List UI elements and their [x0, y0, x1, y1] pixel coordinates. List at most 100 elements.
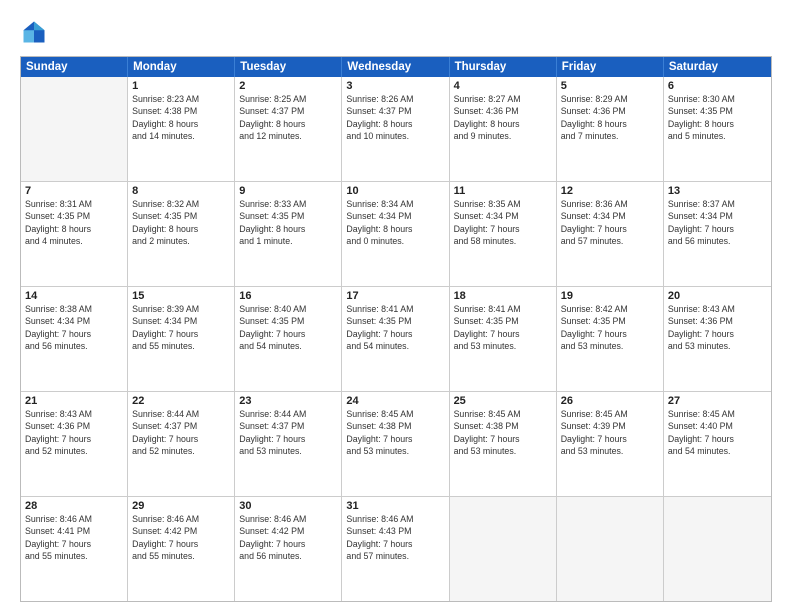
cell-line: and 14 minutes. — [132, 130, 230, 142]
cell-line: Sunset: 4:36 PM — [561, 105, 659, 117]
calendar-cell: 17Sunrise: 8:41 AMSunset: 4:35 PMDayligh… — [342, 287, 449, 391]
day-number: 17 — [346, 290, 444, 302]
day-number: 20 — [668, 290, 767, 302]
cell-line: and 55 minutes. — [132, 550, 230, 562]
cell-line: Daylight: 8 hours — [239, 223, 337, 235]
cell-line: Sunset: 4:37 PM — [346, 105, 444, 117]
cell-line: and 54 minutes. — [668, 445, 767, 457]
cell-line: and 1 minute. — [239, 235, 337, 247]
cell-line: and 55 minutes. — [25, 550, 123, 562]
cell-line: Daylight: 7 hours — [668, 223, 767, 235]
cell-line: Daylight: 8 hours — [346, 223, 444, 235]
cell-line: Sunset: 4:35 PM — [454, 315, 552, 327]
cell-line: Daylight: 7 hours — [668, 433, 767, 445]
cell-line: Sunset: 4:41 PM — [25, 525, 123, 537]
calendar-cell: 8Sunrise: 8:32 AMSunset: 4:35 PMDaylight… — [128, 182, 235, 286]
day-number: 3 — [346, 80, 444, 92]
cell-line: Daylight: 7 hours — [454, 328, 552, 340]
calendar-cell — [557, 497, 664, 601]
cell-line: Sunset: 4:35 PM — [239, 315, 337, 327]
calendar-cell: 13Sunrise: 8:37 AMSunset: 4:34 PMDayligh… — [664, 182, 771, 286]
calendar-cell: 3Sunrise: 8:26 AMSunset: 4:37 PMDaylight… — [342, 77, 449, 181]
day-number: 25 — [454, 395, 552, 407]
calendar-cell — [450, 497, 557, 601]
calendar-cell — [21, 77, 128, 181]
cell-line: and 55 minutes. — [132, 340, 230, 352]
cell-line: Sunrise: 8:39 AM — [132, 303, 230, 315]
cell-line: Daylight: 7 hours — [132, 538, 230, 550]
calendar-cell: 18Sunrise: 8:41 AMSunset: 4:35 PMDayligh… — [450, 287, 557, 391]
calendar-cell: 31Sunrise: 8:46 AMSunset: 4:43 PMDayligh… — [342, 497, 449, 601]
day-number: 2 — [239, 80, 337, 92]
cell-line: Sunset: 4:42 PM — [239, 525, 337, 537]
cell-line: Sunset: 4:34 PM — [132, 315, 230, 327]
day-number: 4 — [454, 80, 552, 92]
day-number: 24 — [346, 395, 444, 407]
day-number: 30 — [239, 500, 337, 512]
cell-line: and 2 minutes. — [132, 235, 230, 247]
cell-line: and 53 minutes. — [668, 340, 767, 352]
calendar-cell — [664, 497, 771, 601]
calendar-header-monday: Monday — [128, 57, 235, 77]
logo — [20, 18, 52, 46]
day-number: 27 — [668, 395, 767, 407]
calendar-cell: 12Sunrise: 8:36 AMSunset: 4:34 PMDayligh… — [557, 182, 664, 286]
cell-line: Daylight: 8 hours — [561, 118, 659, 130]
cell-line: and 53 minutes. — [561, 340, 659, 352]
day-number: 5 — [561, 80, 659, 92]
cell-line: and 56 minutes. — [239, 550, 337, 562]
calendar-row-3: 14Sunrise: 8:38 AM Sunset: 4:34 PM Dayligh… — [21, 286, 771, 391]
cell-line: Sunset: 4:34 PM — [668, 210, 767, 222]
day-number: 23 — [239, 395, 337, 407]
calendar-cell: 14Sunrise: 8:38 AMSunset: 4:34 PMDayligh… — [21, 287, 128, 391]
cell-line: and 7 minutes. — [561, 130, 659, 142]
calendar-cell: 7Sunrise: 8:31 AMSunset: 4:35 PMDaylight… — [21, 182, 128, 286]
day-number: 13 — [668, 185, 767, 197]
cell-line: Sunrise: 8:25 AM — [239, 93, 337, 105]
calendar-header-saturday: Saturday — [664, 57, 771, 77]
cell-line: Sunset: 4:38 PM — [454, 420, 552, 432]
cell-line: and 5 minutes. — [668, 130, 767, 142]
cell-line: Daylight: 7 hours — [25, 433, 123, 445]
cell-line: and 10 minutes. — [346, 130, 444, 142]
cell-line: Sunset: 4:35 PM — [239, 210, 337, 222]
day-number: 1 — [132, 80, 230, 92]
calendar-row-5: 28Sunrise: 8:46 AMSunset: 4:41 PMDayligh… — [21, 496, 771, 601]
calendar-header-row: SundayMondayTuesdayWednesdayThursdayFrid… — [21, 57, 771, 77]
calendar-cell: 2Sunrise: 8:25 AMSunset: 4:37 PMDaylight… — [235, 77, 342, 181]
cell-line: Sunrise: 8:43 AM — [25, 408, 123, 420]
calendar-cell: 29Sunrise: 8:46 AMSunset: 4:42 PMDayligh… — [128, 497, 235, 601]
calendar-cell: 16Sunrise: 8:40 AMSunset: 4:35 PMDayligh… — [235, 287, 342, 391]
header — [20, 18, 772, 46]
cell-line: Sunset: 4:36 PM — [25, 420, 123, 432]
cell-line: Sunrise: 8:45 AM — [454, 408, 552, 420]
cell-line: Sunset: 4:35 PM — [561, 315, 659, 327]
day-number: 16 — [239, 290, 337, 302]
cell-line: Daylight: 8 hours — [132, 223, 230, 235]
cell-line: Sunrise: 8:40 AM — [239, 303, 337, 315]
cell-line: and 54 minutes. — [346, 340, 444, 352]
cell-line: and 12 minutes. — [239, 130, 337, 142]
cell-line: Sunrise: 8:38 AM — [25, 303, 123, 315]
cell-line: and 54 minutes. — [239, 340, 337, 352]
cell-line: Sunset: 4:36 PM — [668, 315, 767, 327]
calendar-cell: 25Sunrise: 8:45 AMSunset: 4:38 PMDayligh… — [450, 392, 557, 496]
cell-line: Daylight: 7 hours — [239, 328, 337, 340]
calendar-row-1: 1Sunrise: 8:23 AMSunset: 4:38 PMDaylight… — [21, 77, 771, 181]
cell-line: Sunrise: 8:46 AM — [239, 513, 337, 525]
cell-line: Sunset: 4:34 PM — [454, 210, 552, 222]
cell-line: Sunset: 4:38 PM — [346, 420, 444, 432]
cell-line: Sunrise: 8:41 AM — [346, 303, 444, 315]
cell-line: and 53 minutes. — [239, 445, 337, 457]
cell-line: Sunrise: 8:35 AM — [454, 198, 552, 210]
cell-line: and 52 minutes. — [132, 445, 230, 457]
cell-line: Daylight: 8 hours — [239, 118, 337, 130]
day-number: 14 — [25, 290, 123, 302]
cell-line: Daylight: 7 hours — [346, 433, 444, 445]
day-number: 10 — [346, 185, 444, 197]
cell-line: Sunset: 4:37 PM — [132, 420, 230, 432]
cell-line: Sunset: 4:34 PM — [346, 210, 444, 222]
cell-line: and 53 minutes. — [454, 340, 552, 352]
cell-line: Sunrise: 8:26 AM — [346, 93, 444, 105]
cell-line: Sunrise: 8:34 AM — [346, 198, 444, 210]
